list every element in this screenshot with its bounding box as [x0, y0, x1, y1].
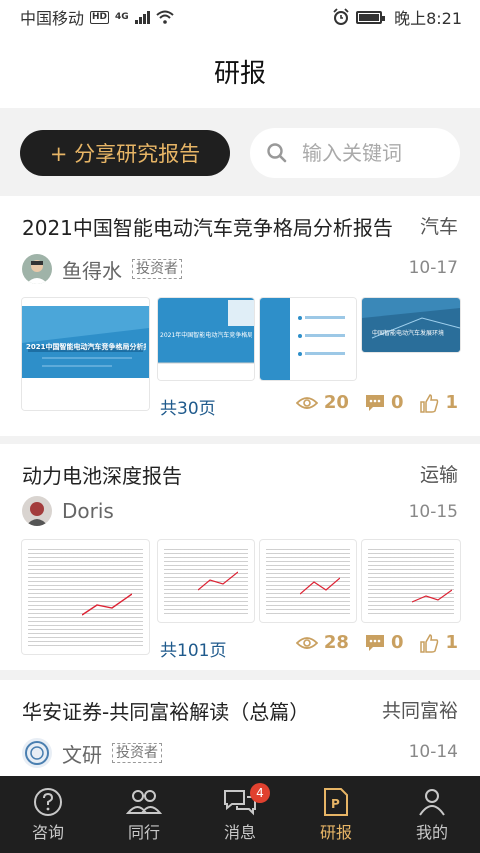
report-stats: 28 0 1 [295, 632, 458, 653]
share-report-button[interactable]: + 分享研究报告 [20, 130, 230, 176]
search-box[interactable] [250, 128, 460, 178]
eye-icon [295, 396, 318, 409]
report-author[interactable]: 文研 投资者 [22, 738, 162, 768]
thumbnail-page[interactable] [260, 298, 356, 380]
thumbnail-page-text: 2021年中国智能电动汽车竞争格局分析报告 [160, 332, 252, 339]
svg-text:P: P [331, 797, 340, 811]
likes-count: 1 [445, 392, 458, 413]
unread-badge: 4 [250, 783, 270, 803]
tab-reports-label: 研报 [319, 822, 352, 842]
tab-messages[interactable]: 4 消息 [192, 776, 288, 853]
battery-icon [356, 10, 386, 24]
hd-icon: HD [90, 10, 110, 24]
report-tag[interactable]: 共同富裕 [382, 696, 458, 723]
tab-peers[interactable]: 同行 [96, 776, 192, 853]
page-count: 共101页 [160, 641, 227, 661]
report-card[interactable]: 2021中国智能电动汽车竞争格局分析报告 汽车 鱼得水 投资者 10-17 20… [0, 196, 480, 436]
page-title: 研报 [213, 58, 266, 89]
page-title-bar: 研报 [0, 34, 480, 108]
thumbnail-page[interactable] [260, 540, 356, 622]
thumbnail-page-text: 中国智能电动汽车发展环境 [372, 330, 445, 337]
report-tag[interactable]: 运输 [420, 460, 458, 487]
comment-icon[interactable] [365, 394, 385, 412]
avatar[interactable] [22, 496, 52, 526]
tab-peers-label: 同行 [127, 822, 160, 842]
bottom-tab-bar: 咨询 同行 4 消息 P 研报 我的 [0, 776, 480, 853]
views-count: 20 [323, 392, 349, 413]
thumbnail-page[interactable] [22, 540, 149, 654]
status-left: 中国移动 HD 4G [20, 5, 174, 29]
alarm-icon [333, 8, 349, 25]
report-date: 10-15 [408, 502, 458, 522]
search-icon [267, 143, 287, 163]
status-right: 晚上8:21 [332, 5, 462, 29]
thumbnail-page[interactable] [362, 540, 460, 622]
report-title[interactable]: 动力电池深度报告 [22, 460, 182, 489]
like-icon[interactable] [419, 393, 439, 413]
status-bar: 中国移动 HD 4G 晚上8:21 [0, 0, 480, 34]
report-title[interactable]: 华安证券-共同富裕解读（总篇） [22, 696, 309, 725]
clock-label: 晚上8:21 [394, 9, 462, 28]
tab-messages-label: 消息 [223, 822, 256, 842]
person-icon [419, 788, 445, 816]
like-icon[interactable] [419, 633, 439, 653]
report-author[interactable]: 鱼得水 投资者 [22, 254, 182, 284]
share-report-label: + 分享研究报告 [49, 142, 201, 166]
author-name[interactable]: 鱼得水 [62, 255, 122, 284]
thumbnail-cover[interactable]: 2021中国智能电动汽车竞争格局分析报 [22, 298, 149, 410]
report-date: 10-14 [408, 742, 458, 762]
report-p-icon: P [324, 787, 348, 816]
report-tag[interactable]: 汽车 [420, 212, 458, 239]
thumbnail-page[interactable]: 2021年中国智能电动汽车竞争格局分析报告 [158, 298, 254, 380]
report-card[interactable]: 动力电池深度报告 运输 Doris 10-15 共101页 28 0 1 [0, 444, 480, 670]
avatar[interactable] [22, 738, 52, 768]
comments-count: 0 [390, 392, 404, 413]
eye-icon [295, 636, 318, 649]
report-card[interactable]: 华安证券-共同富裕解读（总篇） 共同富裕 文研 投资者 10-14 [0, 680, 480, 776]
tab-reports[interactable]: P 研报 [288, 776, 384, 853]
report-author[interactable]: Doris [22, 496, 114, 526]
views-count: 28 [323, 632, 349, 653]
author-name[interactable]: Doris [62, 499, 114, 523]
tab-consult[interactable]: 咨询 [0, 776, 96, 853]
question-circle-icon [34, 787, 62, 816]
carrier-label: 中国移动 [20, 9, 85, 28]
likes-count: 1 [445, 632, 458, 653]
thumbnail-page[interactable]: 中国智能电动汽车发展环境 [362, 298, 460, 352]
author-name[interactable]: 文研 [62, 739, 102, 768]
search-input[interactable] [302, 141, 442, 165]
investor-badge: 投资者 [112, 743, 162, 763]
report-stats: 20 0 1 [295, 392, 458, 413]
report-title[interactable]: 2021中国智能电动汽车竞争格局分析报告 [22, 212, 393, 241]
report-date: 10-17 [408, 258, 458, 278]
avatar[interactable] [22, 254, 52, 284]
network-label: 4G [115, 12, 129, 22]
tab-mine[interactable]: 我的 [384, 776, 480, 853]
people-icon [126, 789, 162, 814]
comments-count: 0 [390, 632, 404, 653]
thumbnail-cover-text: 2021中国智能电动汽车竞争格局分析报 [26, 343, 146, 351]
wifi-icon [156, 10, 174, 24]
investor-badge: 投资者 [132, 259, 182, 279]
signal-icon [134, 10, 150, 24]
page-count: 共30页 [160, 399, 216, 419]
comment-icon[interactable] [365, 634, 385, 652]
action-row: + 分享研究报告 [0, 108, 480, 196]
tab-consult-label: 咨询 [31, 822, 64, 842]
tab-mine-label: 我的 [415, 822, 448, 842]
thumbnail-page[interactable] [158, 540, 254, 622]
